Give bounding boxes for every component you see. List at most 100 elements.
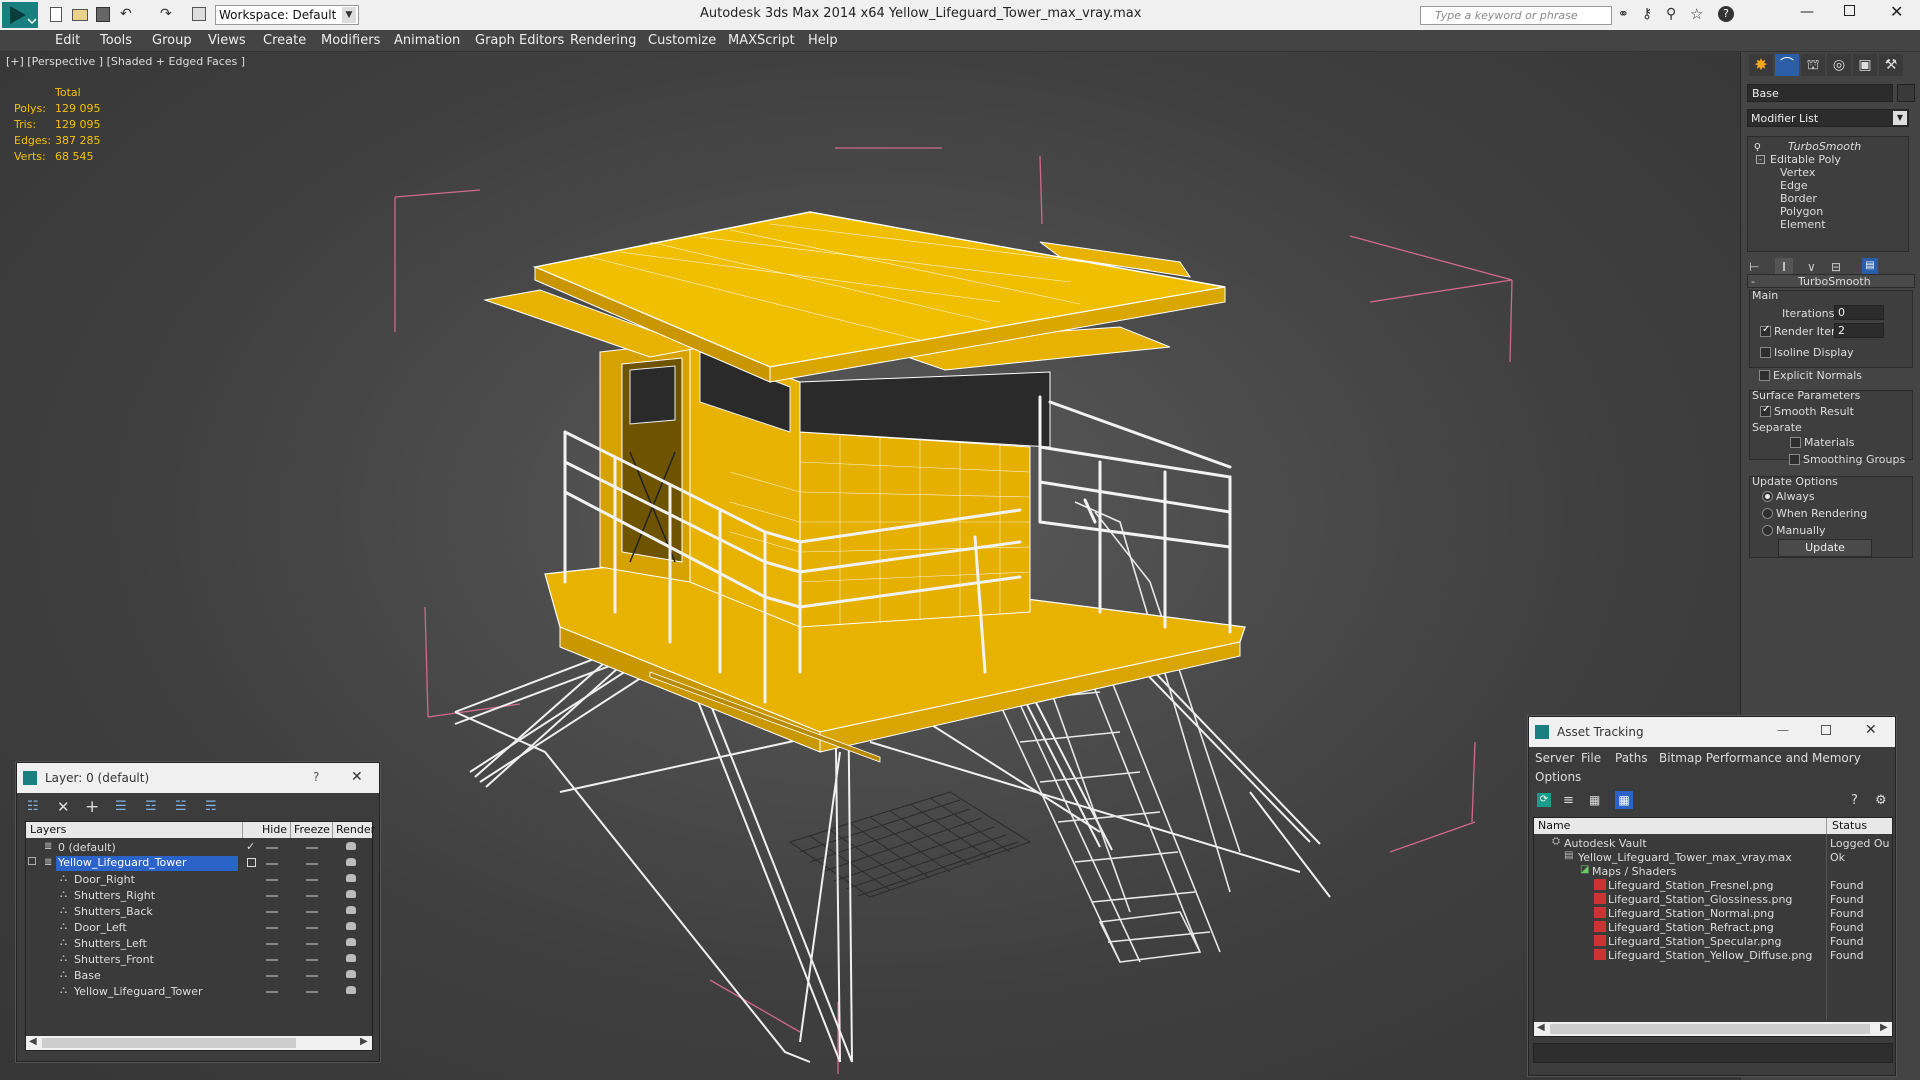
col-name[interactable]: Name (1538, 819, 1570, 832)
minimize-icon[interactable]: — (1777, 723, 1789, 737)
col-freeze[interactable]: Freeze (294, 823, 330, 836)
pin-stack-icon[interactable]: ⊢ (1749, 260, 1759, 274)
teapot-render-icon[interactable] (346, 842, 356, 850)
hide-all-icon[interactable]: ☱ (175, 799, 187, 814)
menu-animation[interactable]: Animation (394, 33, 460, 48)
update-button[interactable]: Update (1778, 539, 1872, 557)
menu-modifiers[interactable]: Modifiers (321, 33, 380, 48)
active-box-icon[interactable] (247, 858, 256, 867)
menu-customize[interactable]: Customize (648, 33, 716, 48)
scroll-thumb[interactable] (42, 1038, 296, 1048)
menu-edit[interactable]: Edit (55, 33, 80, 48)
create-tab-icon[interactable]: ✸ (1749, 54, 1773, 76)
object-row[interactable]: ⛬ Door_Right (26, 872, 372, 888)
search-field[interactable]: Type a keyword or phrase (1420, 6, 1612, 25)
close-icon[interactable]: ✕ (1865, 722, 1877, 738)
teapot-render-icon[interactable] (346, 874, 356, 882)
modifier-list-dropdown[interactable]: Modifier List ▼ (1747, 109, 1909, 127)
scroll-left-icon[interactable]: ◀ (1537, 1022, 1545, 1033)
menu-create[interactable]: Create (263, 33, 306, 48)
teapot-render-icon[interactable] (346, 970, 356, 978)
menu-server[interactable]: Server (1535, 751, 1574, 765)
lightbulb-icon[interactable]: ϙ (1754, 139, 1761, 152)
freeze-toggle[interactable] (306, 847, 318, 849)
layer-row-selected[interactable]: ≣ Yellow_Lifeguard_Tower (26, 856, 372, 872)
asset-path-field[interactable] (1533, 1043, 1893, 1063)
remove-modifier-icon[interactable]: ⊟ (1831, 260, 1841, 274)
active-check-icon[interactable]: ✓ (246, 840, 255, 853)
teapot-render-icon[interactable] (346, 906, 356, 914)
freeze-toggle[interactable] (306, 863, 318, 865)
highlight-layer-icon[interactable]: ☲ (145, 799, 157, 814)
layer-close-button[interactable]: ✕ (351, 769, 363, 785)
hide-toggle[interactable] (266, 847, 278, 849)
smoothing-groups-checkbox[interactable] (1789, 454, 1800, 465)
render-iters-spinner[interactable]: 2 (1834, 323, 1884, 338)
col-layers[interactable]: Layers (30, 823, 66, 836)
add-to-layer-icon[interactable]: + (85, 797, 99, 817)
modifier-stack[interactable]: ϙ TurboSmooth - Editable Poly Vertex Edg… (1747, 136, 1909, 252)
menu-group[interactable]: Group (152, 33, 192, 48)
render-iters-checkbox[interactable]: ✓ (1760, 324, 1771, 337)
table-view-icon[interactable]: ▦ (1615, 791, 1633, 809)
layer-window-titlebar[interactable]: Layer: 0 (default) ? ✕ (17, 763, 379, 793)
favorites-icon[interactable]: ☆ (1690, 5, 1703, 23)
teapot-render-icon[interactable] (346, 938, 356, 946)
object-row[interactable]: ⛬ Door_Left (26, 920, 372, 936)
object-row[interactable]: ⛬ Base (26, 968, 372, 984)
settings-icon[interactable]: ⚙ (1875, 793, 1887, 808)
materials-checkbox[interactable] (1790, 437, 1801, 448)
stack-item-element[interactable]: Element (1780, 218, 1826, 231)
col-status[interactable]: Status (1832, 819, 1867, 832)
thumbnail-view-icon[interactable]: ▦ (1589, 793, 1600, 807)
project-folder-icon[interactable] (192, 7, 206, 21)
teapot-render-icon[interactable] (346, 922, 356, 930)
make-unique-icon[interactable]: ∨ (1807, 260, 1816, 274)
turbosmooth-rollout-header[interactable]: - TurboSmooth (1747, 274, 1915, 288)
menu-rendering[interactable]: Rendering (570, 33, 636, 48)
menu-paths[interactable]: Paths (1615, 751, 1648, 765)
maximize-icon[interactable] (1844, 5, 1855, 16)
always-radio[interactable] (1762, 491, 1773, 502)
object-name-field[interactable]: Base (1747, 84, 1893, 102)
configure-sets-icon[interactable]: ▤ (1862, 258, 1878, 274)
menu-options[interactable]: Options (1535, 770, 1581, 784)
menu-tools[interactable]: Tools (100, 33, 132, 48)
redo-icon[interactable]: ↷ (160, 6, 172, 22)
comm-center-icon[interactable]: ⚲ (1666, 6, 1676, 22)
col-hide[interactable]: Hide (262, 823, 287, 836)
app-logo-icon[interactable] (2, 2, 38, 28)
undo-icon[interactable]: ↶ (120, 6, 132, 22)
scroll-left-icon[interactable]: ◀ (29, 1036, 37, 1047)
asset-row[interactable]: Lifeguard_Station_Yellow_Diffuse.png Fou… (1534, 948, 1892, 964)
stack-item-edge[interactable]: Edge (1780, 179, 1808, 192)
scroll-right-icon[interactable]: ▶ (1880, 1022, 1888, 1033)
menu-views[interactable]: Views (208, 33, 246, 48)
new-file-icon[interactable] (50, 7, 62, 22)
open-file-icon[interactable] (72, 9, 88, 21)
teapot-render-icon[interactable] (346, 890, 356, 898)
isoline-checkbox[interactable] (1760, 347, 1771, 358)
stack-item-border[interactable]: Border (1780, 192, 1817, 205)
menu-bitmap-performance[interactable]: Bitmap Performance and Memory (1659, 751, 1861, 765)
motion-tab-icon[interactable]: ◎ (1827, 54, 1851, 76)
object-row[interactable]: ⛬ Yellow_Lifeguard_Tower (26, 984, 372, 1000)
workspace-dropdown[interactable]: Workspace: Default ▼ (215, 5, 359, 25)
asset-horizontal-scrollbar[interactable]: ◀ ▶ (1534, 1022, 1892, 1036)
stack-item-vertex[interactable]: Vertex (1780, 166, 1815, 179)
teapot-render-icon[interactable] (346, 858, 356, 866)
display-tab-icon[interactable]: ▣ (1853, 54, 1877, 76)
help-icon[interactable]: ? (1851, 793, 1858, 808)
teapot-render-icon[interactable] (346, 954, 356, 962)
select-in-layer-icon[interactable]: ☰ (115, 799, 127, 814)
stack-item-turbosmooth[interactable]: TurboSmooth (1788, 140, 1861, 153)
menu-help[interactable]: Help (808, 33, 838, 48)
refresh-icon[interactable]: ⟳ (1537, 793, 1551, 807)
layer-row[interactable]: ≣ 0 (default) ✓ (26, 840, 372, 856)
layer-help-button[interactable]: ? (313, 770, 319, 784)
menu-maxscript[interactable]: MAXScript (728, 33, 795, 48)
maximize-icon[interactable] (1821, 725, 1831, 735)
close-icon[interactable]: ✕ (1890, 2, 1903, 21)
col-render[interactable]: Render (336, 823, 375, 836)
asset-window-titlebar[interactable]: Asset Tracking — ✕ (1529, 717, 1895, 747)
